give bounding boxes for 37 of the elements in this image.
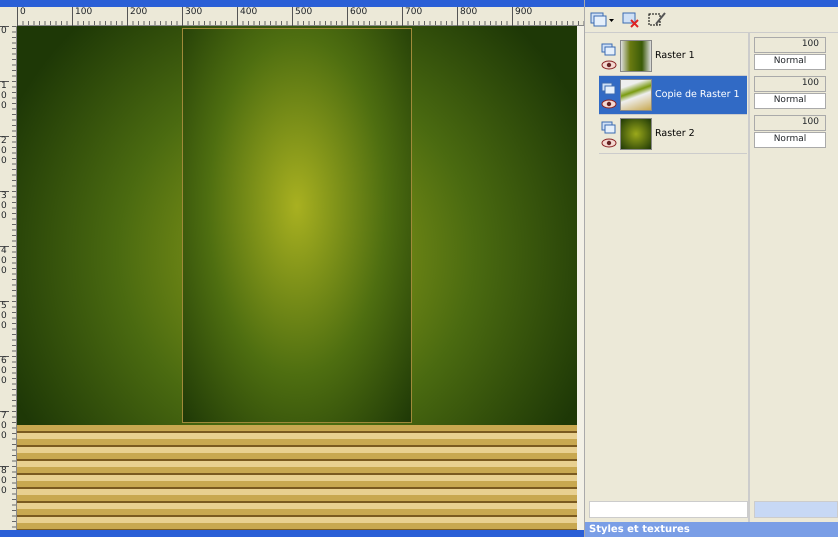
ruler-label: 700 [1, 412, 8, 442]
layer-type-icon [601, 120, 617, 134]
vertical-scrollbar[interactable] [577, 26, 584, 530]
layer-name: Raster 1 [655, 48, 695, 63]
ruler-label: 300 [1, 192, 8, 222]
horizontal-scrollbar[interactable] [589, 501, 748, 518]
layer-row[interactable]: Raster 1 [599, 37, 747, 76]
mask-brush-icon[interactable] [648, 12, 666, 28]
panel-title: Styles et textures [585, 522, 838, 537]
layer-thumbnail [620, 79, 652, 111]
ruler-label: 400 [1, 247, 8, 277]
delete-layer-icon[interactable] [622, 12, 640, 28]
layer-name: Raster 2 [655, 126, 695, 141]
blend-mode-dropdown[interactable]: Normal [754, 93, 826, 109]
layer-row[interactable]: Raster 2 [599, 115, 747, 154]
opacity-field[interactable]: 100 [754, 76, 826, 92]
eye-icon[interactable] [601, 98, 617, 108]
opacity-field[interactable]: 100 [754, 37, 826, 53]
ruler-label: 100 [1, 82, 8, 112]
ruler-label: 500 [1, 302, 8, 332]
opacity-field[interactable]: 100 [754, 115, 826, 131]
ruler-label: 600 [1, 357, 8, 387]
blend-mode-dropdown[interactable]: Normal [754, 132, 826, 148]
eye-icon[interactable] [601, 60, 617, 70]
layer-thumbnail [620, 118, 652, 150]
new-layer-icon[interactable] [590, 12, 614, 28]
layer-type-icon [601, 42, 617, 56]
horizontal-scrollbar[interactable] [754, 501, 838, 518]
layer-name: Copie de Raster 1 [655, 88, 740, 102]
ruler-label: 200 [1, 137, 8, 167]
layer-thumbnail [620, 40, 652, 72]
layer-type-icon [601, 82, 617, 96]
ruler-label: 800 [1, 467, 8, 497]
layer-row[interactable]: Copie de Raster 1 [599, 76, 747, 115]
ruler-label: 0 [1, 27, 8, 37]
blend-mode-dropdown[interactable]: Normal [754, 54, 826, 70]
eye-icon[interactable] [601, 138, 617, 148]
